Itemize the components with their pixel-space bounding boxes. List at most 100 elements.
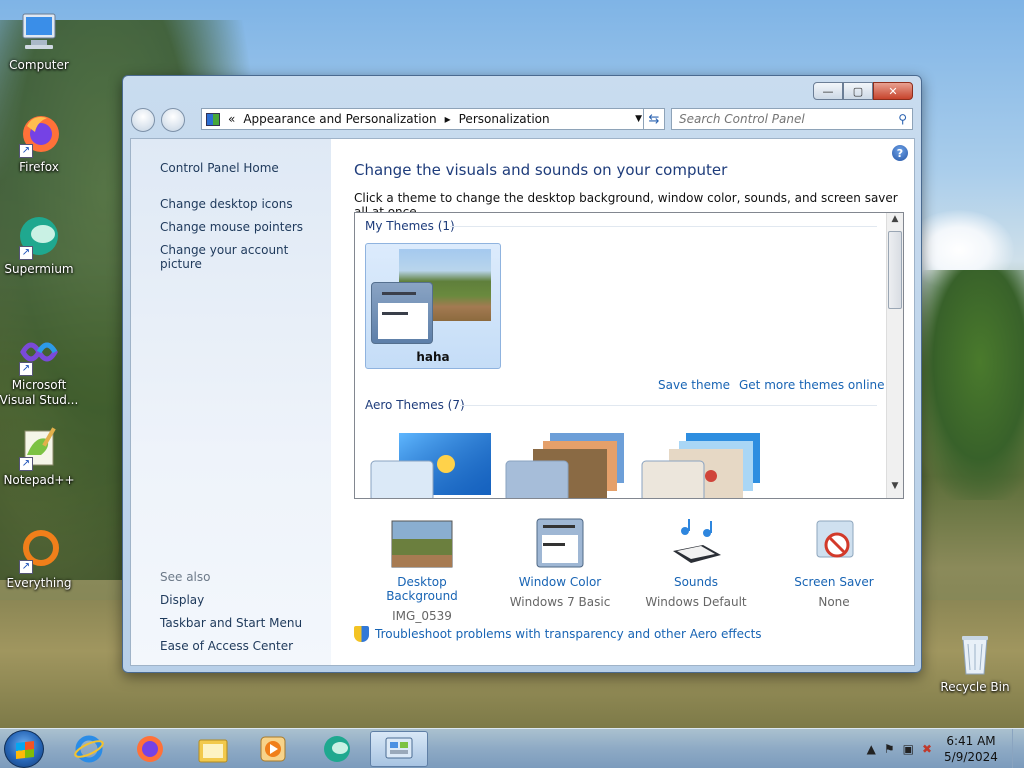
control-panel-icon xyxy=(385,737,413,759)
window-color-setting[interactable]: Window Color Windows 7 Basic xyxy=(500,517,620,609)
desktop-icon-visual-studio[interactable]: ↗ Microsoft Visual Stud... xyxy=(0,330,79,408)
ease-of-access-link[interactable]: Ease of Access Center xyxy=(160,639,293,653)
sounds-link[interactable]: Sounds xyxy=(636,575,756,589)
desktop-icon-label: Computer xyxy=(9,58,69,72)
theme-windows-7[interactable] xyxy=(370,431,496,498)
desktop-icon-label: Recycle Bin xyxy=(940,680,1010,694)
control-panel-icon xyxy=(206,112,220,126)
personalization-window: — ▢ ✕ « Appearance and Personalization ▸… xyxy=(122,75,922,673)
desktop-wallpaper-trees-right xyxy=(914,270,1024,500)
sounds-icon xyxy=(665,517,727,569)
change-account-picture-link[interactable]: Change your account picture xyxy=(160,243,331,271)
action-center-flag-icon[interactable]: ⚑ xyxy=(884,742,895,756)
control-panel-home-link[interactable]: Control Panel Home xyxy=(160,161,279,175)
network-icon[interactable]: ▣ xyxy=(903,742,914,756)
maximize-button[interactable]: ▢ xyxy=(843,82,873,100)
desktop-icon-firefox[interactable]: ↗ Firefox xyxy=(0,112,79,175)
desktop-background-value: IMG_0539 xyxy=(392,609,452,623)
my-themes-header: My Themes (1) xyxy=(365,219,455,233)
shield-icon xyxy=(354,626,369,642)
theme-list: My Themes (1) haha Save theme Get more t… xyxy=(354,212,904,499)
desktop-icon-everything[interactable]: ↗ Everything xyxy=(0,528,79,591)
address-back-chevrons[interactable]: « xyxy=(228,112,235,126)
navigation-bar: « Appearance and Personalization ▸ Perso… xyxy=(131,106,913,134)
troubleshoot-label[interactable]: Troubleshoot problems with transparency … xyxy=(375,627,762,641)
taskbar-start-menu-link[interactable]: Taskbar and Start Menu xyxy=(160,616,302,630)
taskbar-file-explorer[interactable] xyxy=(184,731,242,767)
desktop-background-setting[interactable]: Desktop Background IMG_0539 xyxy=(362,517,482,623)
display-link[interactable]: Display xyxy=(160,593,204,607)
desktop-icon-label: Microsoft Visual Stud... xyxy=(0,378,79,407)
visual-studio-icon: ↗ xyxy=(17,330,61,376)
desktop-icon-label: Firefox xyxy=(19,160,59,174)
theme-list-scrollbar[interactable]: ▲ ▼ xyxy=(886,213,903,498)
supermium-icon: ↗ xyxy=(17,214,61,260)
aero-themes-header: Aero Themes (7) xyxy=(365,398,465,412)
refresh-icon[interactable]: ⇆ xyxy=(643,108,665,130)
screen-saver-icon xyxy=(803,517,865,569)
scroll-up-icon[interactable]: ▲ xyxy=(887,214,903,230)
taskbar-media-player[interactable] xyxy=(244,731,302,767)
windows-logo-icon xyxy=(16,741,34,759)
troubleshoot-link[interactable]: Troubleshoot problems with transparency … xyxy=(354,626,762,642)
breadcrumb-personalization[interactable]: Personalization xyxy=(459,112,550,126)
theme-architecture[interactable] xyxy=(505,431,631,498)
sounds-setting[interactable]: Sounds Windows Default xyxy=(636,517,756,609)
desktop-icon-computer[interactable]: Computer xyxy=(0,10,79,73)
clock-date: 5/9/2024 xyxy=(944,750,998,764)
search-box[interactable]: ⚲ xyxy=(671,108,913,130)
scroll-down-icon[interactable]: ▼ xyxy=(887,481,903,497)
scroll-thumb[interactable] xyxy=(888,231,902,309)
start-button[interactable] xyxy=(4,730,44,768)
save-theme-link[interactable]: Save theme xyxy=(658,378,730,392)
taskbar-control-panel[interactable] xyxy=(370,731,428,767)
search-icon[interactable]: ⚲ xyxy=(898,112,907,126)
close-button[interactable]: ✕ xyxy=(873,82,913,100)
theme-haha[interactable]: haha xyxy=(365,243,501,369)
desktop-icon-notepadpp[interactable]: ↗ Notepad++ xyxy=(0,425,79,488)
page-title: Change the visuals and sounds on your co… xyxy=(354,161,728,179)
desktop-icon-recycle-bin[interactable]: Recycle Bin xyxy=(935,632,1015,695)
left-pane: Control Panel Home Change desktop icons … xyxy=(131,139,331,665)
theme-characters[interactable] xyxy=(641,431,767,498)
screen-saver-value: None xyxy=(818,595,850,609)
show-desktop-button[interactable] xyxy=(1012,729,1024,768)
get-more-themes-link[interactable]: Get more themes online xyxy=(739,378,885,392)
desktop-icon-supermium[interactable]: ↗ Supermium xyxy=(0,214,79,277)
taskbar: ▲ ⚑ ▣ ✖ 6:41 AM 5/9/2024 xyxy=(0,728,1024,768)
search-input[interactable] xyxy=(672,109,882,129)
window-color-link[interactable]: Window Color xyxy=(500,575,620,589)
file-explorer-icon xyxy=(198,739,228,763)
minimize-button[interactable]: — xyxy=(813,82,843,100)
back-button[interactable] xyxy=(131,108,155,132)
show-hidden-icons-icon[interactable]: ▲ xyxy=(867,742,876,756)
desktop-icon-label: Everything xyxy=(6,576,72,590)
supermium-icon xyxy=(324,736,350,762)
volume-muted-icon[interactable]: ✖ xyxy=(922,742,932,756)
clock[interactable]: 6:41 AM 5/9/2024 xyxy=(936,733,1006,765)
media-player-icon xyxy=(260,736,286,762)
theme-name: haha xyxy=(416,350,450,364)
screen-saver-link[interactable]: Screen Saver xyxy=(774,575,894,589)
window-color-value: Windows 7 Basic xyxy=(509,595,611,609)
breadcrumb-appearance[interactable]: Appearance and Personalization xyxy=(243,112,436,126)
notepadpp-icon: ↗ xyxy=(17,425,61,471)
internet-explorer-icon xyxy=(74,735,104,763)
system-tray: ▲ ⚑ ▣ ✖ 6:41 AM 5/9/2024 xyxy=(863,729,1024,768)
taskbar-firefox[interactable] xyxy=(121,731,179,767)
screen-saver-setting[interactable]: Screen Saver None xyxy=(774,517,894,609)
main-pane: ? Change the visuals and sounds on your … xyxy=(354,139,914,665)
breadcrumb-separator[interactable]: ▸ xyxy=(445,112,451,126)
desktop-background-link[interactable]: Desktop Background xyxy=(362,575,482,603)
clock-time: 6:41 AM xyxy=(946,734,996,748)
change-mouse-pointers-link[interactable]: Change mouse pointers xyxy=(160,220,303,234)
forward-button[interactable] xyxy=(161,108,185,132)
window-color-icon xyxy=(529,517,591,569)
taskbar-internet-explorer[interactable] xyxy=(60,731,118,767)
address-bar[interactable]: « Appearance and Personalization ▸ Perso… xyxy=(201,108,647,130)
firefox-icon: ↗ xyxy=(17,112,61,158)
help-icon[interactable]: ? xyxy=(892,145,908,161)
chevron-down-icon[interactable]: ▼ xyxy=(635,114,642,124)
change-desktop-icons-link[interactable]: Change desktop icons xyxy=(160,197,293,211)
taskbar-supermium[interactable] xyxy=(308,731,366,767)
